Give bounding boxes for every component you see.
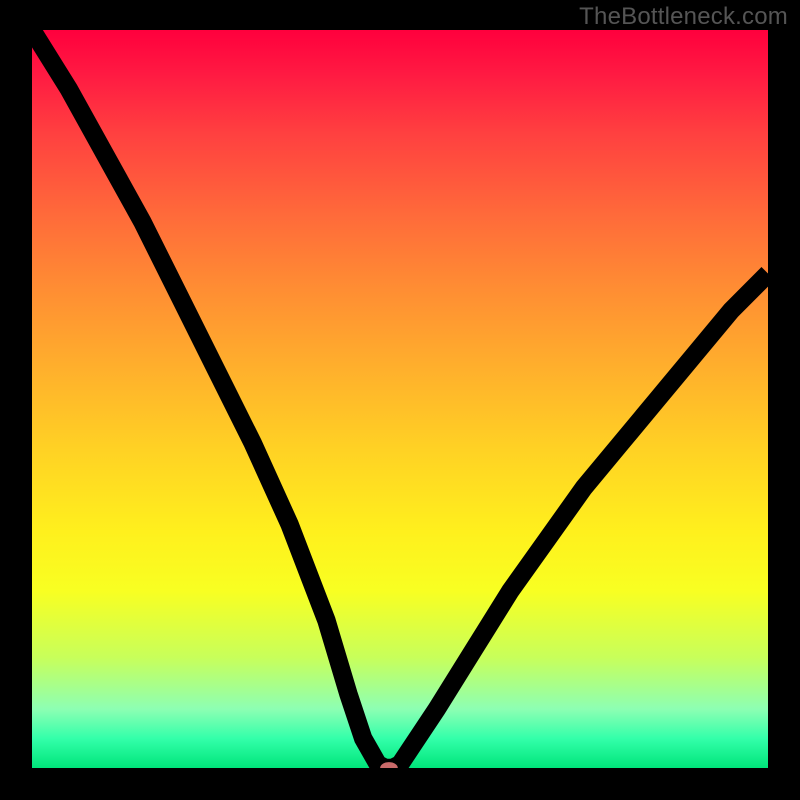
chart-svg <box>32 30 768 768</box>
bottleneck-curve <box>32 30 768 768</box>
plot-area <box>32 30 768 768</box>
chart-container: TheBottleneck.com <box>0 0 800 800</box>
watermark-text: TheBottleneck.com <box>579 3 788 31</box>
